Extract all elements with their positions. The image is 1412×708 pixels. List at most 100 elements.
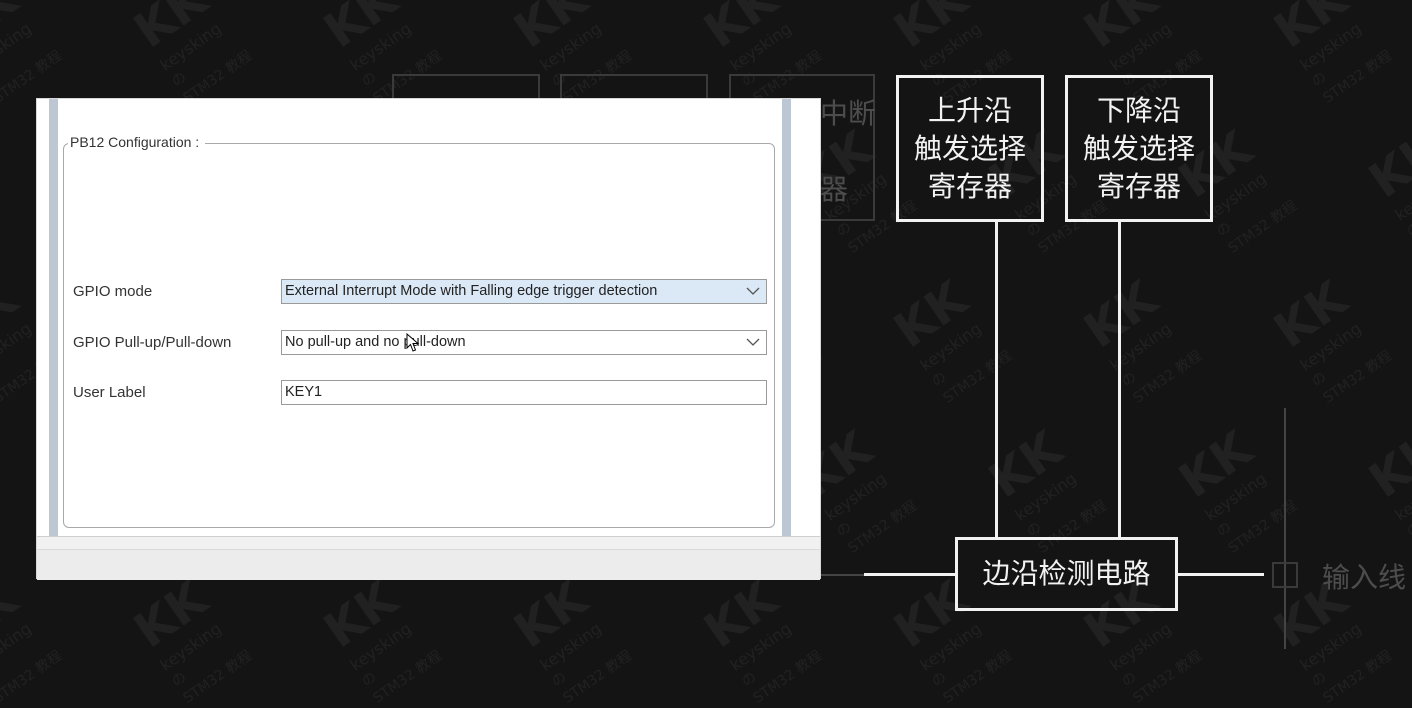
watermark-name: keysking (346, 18, 415, 75)
falling-trigger-register: 下降沿 触发选择 寄存器 (1065, 75, 1213, 222)
watermark-logo: KK (694, 570, 788, 660)
edge-detection-label: 边沿检测电路 (982, 557, 1151, 590)
watermark-course: STM32 教程 (1130, 647, 1205, 707)
faded-box-text-mid: 器 (820, 173, 849, 206)
watermark-name: keysking (346, 618, 415, 675)
gpio-mode-select[interactable]: External Interrupt Mode with Falling edg… (281, 279, 767, 304)
watermark-name: keysking (916, 18, 985, 75)
edge-detection-circuit: 边沿检测电路 (955, 537, 1178, 611)
watermark-name: keysking (726, 618, 795, 675)
watermark-logo: KK (884, 270, 978, 360)
watermark-name: keysking (1391, 468, 1412, 525)
pin-configuration-panel: PB12 Configuration : GPIO mode External … (37, 99, 820, 580)
falling-register-line-1: 下降沿 (1096, 93, 1181, 127)
watermark-logo: KK (1074, 0, 1168, 60)
watermark-of: の (168, 69, 190, 91)
watermark-tile: KKkeyskingのSTM32 教程 (0, 568, 66, 708)
rising-register-line-3: 寄存器 (927, 169, 1012, 203)
watermark-logo: KK (0, 570, 28, 660)
watermark-tile: KKkeyskingのSTM32 教程 (124, 0, 255, 107)
watermark-logo: KK (1264, 0, 1358, 60)
watermark-logo: KK (1359, 120, 1412, 210)
watermark-tile: KKkeyskingのSTM32 教程 (124, 568, 255, 708)
watermark-logo: KK (124, 570, 218, 660)
panel-left-bar (49, 99, 58, 536)
edge-output-wire (864, 573, 957, 576)
falling-register-line-2: 触发选择 (1082, 131, 1195, 165)
watermark-of: の (1308, 669, 1330, 691)
chevron-down-icon[interactable] (746, 282, 760, 300)
watermark-tile: KKkeyskingのSTM32 教程 (1264, 268, 1395, 408)
watermark-course: STM32 教程 (940, 647, 1015, 707)
watermark-logo: KK (1074, 270, 1168, 360)
watermark-of: の (1213, 219, 1235, 241)
watermark-name: keysking (156, 618, 225, 675)
watermark-of: の (0, 629, 54, 691)
watermark-name: keysking (536, 18, 605, 75)
watermark-logo: KK (694, 0, 788, 60)
user-label-input[interactable]: KEY1 (281, 380, 767, 405)
watermark-course: STM32 教程 (750, 647, 825, 707)
gpio-pull-label: GPIO Pull-up/Pull-down (73, 334, 232, 351)
watermark-logo: KK (979, 420, 1073, 510)
watermark-name: keysking (1106, 18, 1175, 75)
falling-to-edge-wire (1118, 222, 1121, 537)
watermark-tile: KKkeyskingのSTM32 教程 (1359, 118, 1412, 258)
watermark-logo: KK (884, 0, 978, 60)
watermark-course: STM32 教程 (1225, 197, 1300, 257)
watermark-of: の (1308, 69, 1330, 91)
watermark-of: の (168, 669, 190, 691)
watermark-name: keysking (0, 618, 35, 675)
watermark-logo: KK (0, 270, 28, 360)
watermark-name: keysking (916, 618, 985, 675)
watermark-of: の (928, 369, 950, 391)
watermark-tile: KKkeyskingのSTM32 教程 (1169, 418, 1300, 558)
panel-scrollbar[interactable] (782, 99, 791, 536)
watermark-of: の (1403, 519, 1412, 541)
watermark-tile: KKkeyskingのSTM32 教程 (1074, 268, 1205, 408)
watermark-name: keysking (1106, 618, 1175, 675)
watermark-course: STM32 教程 (1320, 647, 1395, 707)
watermark-logo: KK (1264, 270, 1358, 360)
watermark-of: の (833, 519, 855, 541)
watermark-logo: KK (504, 570, 598, 660)
chevron-down-icon[interactable] (746, 333, 760, 351)
gpio-mode-label: GPIO mode (73, 283, 153, 300)
watermark-of: の (1118, 369, 1140, 391)
mouse-cursor-icon (406, 333, 420, 352)
watermark-of: の (1308, 369, 1330, 391)
watermark-of: の (548, 669, 570, 691)
input-line-label: 输入线 (1322, 561, 1407, 594)
watermark-name: keysking (156, 18, 225, 75)
watermark-name: keysking (536, 618, 605, 675)
watermark-course: STM32 教程 (845, 497, 920, 557)
watermark-course: STM32 教程 (1320, 347, 1395, 407)
watermark-tile: KKkeyskingのSTM32 教程 (1264, 0, 1395, 107)
gpio-pull-select[interactable]: No pull-up and no pull-down (281, 330, 767, 355)
watermark-tile: KKkeyskingのSTM32 教程 (1359, 418, 1412, 558)
gpio-pull-value: No pull-up and no pull-down (285, 334, 466, 350)
input-line-pin (1272, 562, 1298, 588)
watermark-logo: KK (314, 0, 408, 60)
watermark-course: STM32 教程 (180, 647, 255, 707)
faded-box-text-top: 中断 (820, 97, 877, 130)
watermark-name: keysking (0, 18, 35, 75)
user-label-label: User Label (73, 384, 146, 401)
watermark-course: STM32 教程 (370, 647, 445, 707)
watermark-name: keysking (916, 318, 985, 375)
watermark-course: STM32 教程 (1320, 47, 1395, 107)
watermark-name: keysking (726, 18, 795, 75)
gpio-mode-value: External Interrupt Mode with Falling edg… (285, 283, 658, 299)
watermark-tile: KKkeyskingのSTM32 教程 (0, 0, 66, 107)
rising-register-line-2: 触发选择 (913, 131, 1026, 165)
watermark-of: の (928, 669, 950, 691)
watermark-course: STM32 教程 (940, 347, 1015, 407)
watermark-name: keysking (821, 468, 890, 525)
watermark-tile: KKkeyskingのSTM32 教程 (694, 568, 825, 708)
watermark-logo: KK (1169, 420, 1263, 510)
rising-trigger-register: 上升沿 触发选择 寄存器 (896, 75, 1044, 222)
watermark-name: keysking (1391, 168, 1412, 225)
watermark-logo: KK (1359, 420, 1412, 510)
watermark-logo: KK (124, 0, 218, 60)
watermark-name: keysking (1296, 18, 1365, 75)
